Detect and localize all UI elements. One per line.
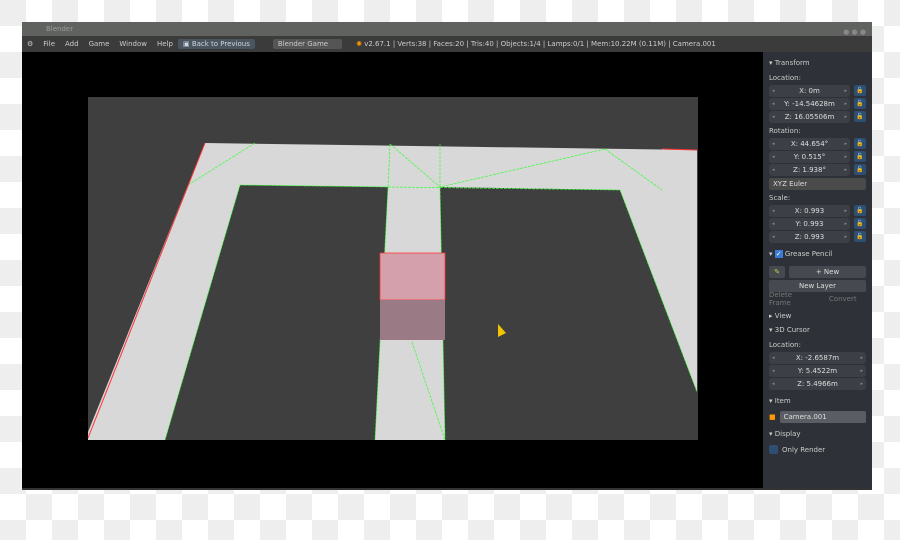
transform-title: Transform xyxy=(774,59,810,67)
menu-file[interactable]: File xyxy=(38,40,60,48)
editor-type-icon[interactable]: ⚙ xyxy=(22,40,38,48)
view-header[interactable]: ▸ View xyxy=(769,309,866,323)
grease-pencil-title: Grease Pencil xyxy=(784,250,833,258)
lock-icon[interactable]: 🔓 xyxy=(854,151,866,162)
convert-button[interactable]: Convert xyxy=(820,295,867,303)
cursor-location-label: Location: xyxy=(769,341,801,349)
window-title: Blender xyxy=(46,25,74,33)
menu-game[interactable]: Game xyxy=(84,40,115,48)
engine-select[interactable]: Blender Game xyxy=(272,39,343,49)
item-header[interactable]: ▾ Item xyxy=(769,394,866,408)
only-render-label: Only Render xyxy=(782,445,826,454)
properties-panel: ▾ Transform Location: X: 0m 🔓 Y: -14.5462… xyxy=(763,52,872,488)
lock-icon[interactable]: 🔓 xyxy=(854,164,866,175)
menu-help[interactable]: Help xyxy=(152,40,178,48)
grease-pencil-header[interactable]: ▾ ✓ Grease Pencil xyxy=(769,247,866,261)
lock-icon[interactable]: 🔓 xyxy=(854,205,866,216)
stats-text: v2.67.1 | Verts:38 | Faces:20 | Tris:40 … xyxy=(364,40,716,48)
menu-bar: ⚙ File Add Game Window Help ▣ Back to Pr… xyxy=(22,36,872,52)
blender-window: Blender ● ● ● ⚙ File Add Game Window Hel… xyxy=(22,22,872,490)
scale-z-field[interactable]: Z: 0.993 xyxy=(769,230,850,243)
menu-window[interactable]: Window xyxy=(114,40,152,48)
view-title: View xyxy=(774,312,792,320)
scale-x-field[interactable]: X: 0.993 xyxy=(769,204,850,217)
object-icon: ■ xyxy=(769,412,776,421)
rotation-y-field[interactable]: Y: 0.515° xyxy=(769,150,850,163)
blender-logo-icon: ✺ xyxy=(356,40,362,48)
location-x-field[interactable]: X: 0m xyxy=(769,84,850,97)
menu-add[interactable]: Add xyxy=(60,40,84,48)
rotation-label: Rotation: xyxy=(769,127,801,135)
location-label: Location: xyxy=(769,74,801,82)
lock-icon[interactable]: 🔓 xyxy=(854,218,866,229)
rotation-x-field[interactable]: X: 44.654° xyxy=(769,137,850,150)
scale-y-field[interactable]: Y: 0.993 xyxy=(769,217,850,230)
cursor-x-field[interactable]: X: -2.6587m xyxy=(769,351,866,364)
display-title: Display xyxy=(774,430,801,438)
delete-frame-button[interactable]: Delete Frame xyxy=(769,291,816,307)
lock-icon[interactable]: 🔓 xyxy=(854,138,866,149)
new-grease-pencil-button[interactable]: + New xyxy=(789,265,866,278)
title-bar: Blender ● ● ● xyxy=(22,22,872,36)
back-label: Back to Previous xyxy=(191,40,250,48)
new-label: New xyxy=(823,267,840,276)
rotation-z-field[interactable]: Z: 1.938° xyxy=(769,163,850,176)
lock-icon[interactable]: 🔓 xyxy=(854,231,866,242)
cursor-z-field[interactable]: Z: 5.4966m xyxy=(769,377,866,390)
cube[interactable] xyxy=(379,252,446,340)
location-z-field[interactable]: Z: 16.05506m xyxy=(769,110,850,123)
cursor-y-field[interactable]: Y: 5.4522m xyxy=(769,364,866,377)
rotation-mode-select[interactable]: XYZ Euler xyxy=(769,178,866,190)
3d-cursor-header[interactable]: ▾ 3D Cursor xyxy=(769,323,866,337)
lock-icon[interactable]: 🔓 xyxy=(854,98,866,109)
transform-header[interactable]: ▾ Transform xyxy=(769,56,866,70)
pencil-icon[interactable]: ✎ xyxy=(769,265,785,278)
back-to-previous-button[interactable]: ▣ Back to Previous xyxy=(177,39,255,49)
location-y-field[interactable]: Y: -14.54628m xyxy=(769,97,850,110)
3d-viewport[interactable] xyxy=(22,52,763,488)
lock-icon[interactable]: 🔓 xyxy=(854,85,866,96)
lock-icon[interactable]: 🔓 xyxy=(854,111,866,122)
display-header[interactable]: ▾ Display xyxy=(769,427,866,441)
item-title: Item xyxy=(774,397,791,405)
scene-stats: ✺ v2.67.1 | Verts:38 | Faces:20 | Tris:4… xyxy=(356,40,716,48)
grease-pencil-checkbox[interactable]: ✓ xyxy=(774,250,783,258)
scale-label: Scale: xyxy=(769,194,791,202)
only-render-checkbox[interactable] xyxy=(769,445,778,454)
3d-cursor-title: 3D Cursor xyxy=(774,326,810,334)
bottom-header xyxy=(22,488,872,490)
object-name-field[interactable]: Camera.001 xyxy=(779,410,866,423)
